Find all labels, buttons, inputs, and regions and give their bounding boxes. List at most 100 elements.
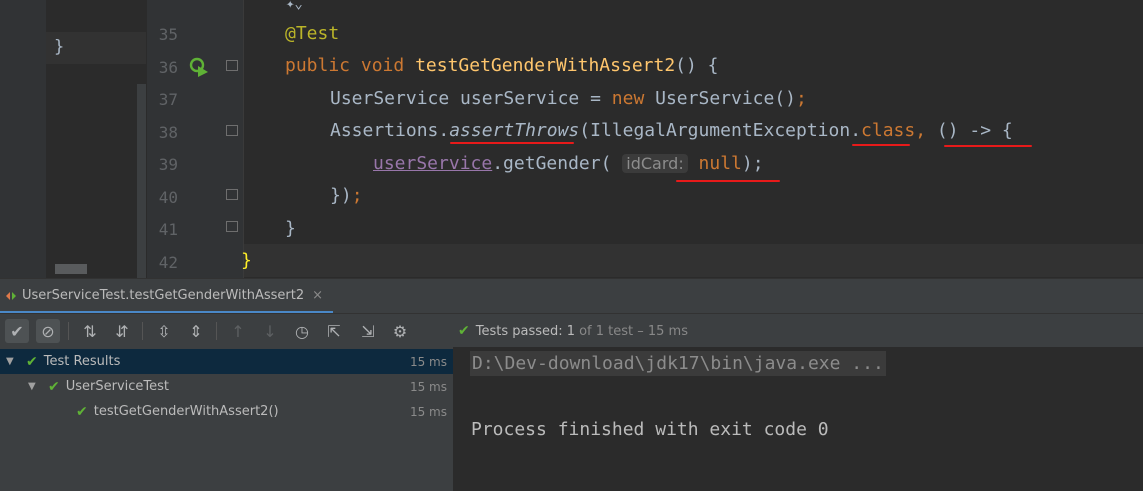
- test-status: ✔ Tests passed: 1 of 1 test – 15 ms: [458, 314, 688, 348]
- code-token: }): [330, 185, 352, 206]
- line-number: 37: [158, 90, 178, 109]
- red-underline: [852, 144, 910, 146]
- annotation-token: @Test: [285, 23, 340, 44]
- code-line-38: Assertions.assertThrows(IllegalArgumentE…: [330, 120, 1013, 141]
- close-icon[interactable]: ×: [312, 288, 323, 303]
- line-number: 39: [158, 155, 178, 174]
- export-icon[interactable]: ⇲: [356, 319, 380, 343]
- line-number: 38: [158, 123, 178, 142]
- code-token: }: [241, 250, 252, 271]
- import-icon[interactable]: ⇱: [322, 319, 346, 343]
- status-label: Tests passed:: [475, 323, 563, 339]
- up-arrow-icon[interactable]: ↑: [226, 319, 250, 343]
- keyword-token: new: [611, 88, 645, 109]
- comma-token: ,: [915, 120, 937, 141]
- keyword-token: public: [285, 55, 351, 76]
- tree-row-test-class[interactable]: ▼ ✔ UserServiceTest 15 ms: [0, 374, 453, 399]
- fold-marker[interactable]: [226, 125, 238, 136]
- tree-row-label: UserServiceTest: [65, 379, 170, 394]
- tree-row-test-method[interactable]: ✔ testGetGenderWithAssert2() 15 ms: [0, 399, 453, 424]
- line-number: 40: [158, 188, 178, 207]
- code-token: userService: [460, 88, 580, 109]
- left-tool-strip: [0, 0, 46, 278]
- tree-row-time: 15 ms: [409, 379, 447, 394]
- red-underline: [676, 180, 780, 182]
- red-underline: [944, 145, 1032, 147]
- code-line-35: @Test: [285, 23, 339, 44]
- run-test-gutter-icon[interactable]: [188, 56, 210, 78]
- red-underline: [450, 142, 574, 144]
- code-line-39: userService.getGender( idCard: null);: [373, 153, 764, 174]
- code-line-36: public void testGetGenderWithAssert2() {: [285, 55, 719, 76]
- current-line-highlight: [244, 244, 1143, 277]
- tree-row-test-results[interactable]: ▼ ✔ Test Results 15 ms: [0, 349, 453, 374]
- code-token: UserService: [330, 88, 461, 109]
- settings-icon[interactable]: ⚙: [388, 319, 412, 343]
- check-icon: ✔: [76, 403, 88, 420]
- tree-row-time: 15 ms: [409, 404, 447, 419]
- run-config-tab[interactable]: UserServiceTest.testGetGenderWithAssert2…: [0, 279, 334, 314]
- line-number: 42: [158, 253, 178, 272]
- side-editor-scroll-thumb[interactable]: [55, 264, 87, 274]
- code-token: UserService(): [644, 88, 797, 109]
- chevron-down-icon[interactable]: ▼: [28, 381, 40, 392]
- side-editor-scrollbar[interactable]: [137, 84, 146, 278]
- check-toggle-icon[interactable]: ✔: [5, 319, 29, 343]
- chevron-down-icon[interactable]: ▼: [6, 356, 18, 367]
- code-token: (IllegalArgumentException.: [579, 120, 862, 141]
- fold-marker[interactable]: [226, 189, 238, 200]
- code-line-40: });: [330, 185, 363, 206]
- line-number: 41: [158, 220, 178, 239]
- console-command-line[interactable]: D:\Dev-download\jdk17\bin\java.exe ...: [470, 351, 886, 376]
- static-method-token: assertThrows: [449, 120, 580, 141]
- history-icon[interactable]: ◷: [290, 319, 314, 343]
- fold-marker[interactable]: [226, 60, 238, 71]
- code-token: );: [741, 153, 764, 174]
- sort-duration-icon[interactable]: ⇵: [110, 319, 134, 343]
- code-token: () {: [675, 55, 719, 76]
- tree-row-time: 15 ms: [409, 354, 447, 369]
- code-token: .getGender(: [492, 153, 612, 174]
- semicolon-token: ;: [796, 88, 807, 109]
- keyword-token: void: [360, 55, 405, 76]
- code-editor[interactable]: } ✦⌄ 35 36 37 38 39 40 41 42 @Test publi…: [0, 0, 1143, 278]
- code-token: =: [579, 88, 612, 109]
- parameter-hint: idCard:: [622, 154, 688, 173]
- run-tab-label: UserServiceTest.testGetGenderWithAssert2: [22, 287, 305, 303]
- console-output[interactable]: D:\Dev-download\jdk17\bin\java.exe ... P…: [454, 347, 1143, 491]
- code-token: Assertions.: [330, 120, 450, 141]
- code-line-41: }: [285, 218, 296, 239]
- down-arrow-icon[interactable]: ↓: [258, 319, 282, 343]
- toolbar-divider: [142, 322, 143, 340]
- toolbar-divider: [68, 322, 69, 340]
- fold-marker[interactable]: [226, 221, 238, 232]
- tree-row-label: testGetGenderWithAssert2(): [93, 404, 279, 419]
- expand-all-icon[interactable]: ⇳: [152, 319, 176, 343]
- collapse-all-icon[interactable]: ⇕: [184, 319, 208, 343]
- sort-alpha-icon[interactable]: ⇅: [78, 319, 102, 343]
- console-exit-message: Process finished with exit code 0: [471, 419, 829, 440]
- test-runner-toolbar: ✔ ⊘ ⇅ ⇵ ⇳ ⇕ ↑ ↓ ◷ ⇱ ⇲ ⚙ ✔ Tests passed: …: [0, 313, 1143, 348]
- line-number: 36: [158, 58, 178, 77]
- code-token: }: [285, 218, 296, 239]
- semicolon-token: ;: [351, 185, 363, 206]
- test-results-tree: ▼ ✔ Test Results 15 ms ▼ ✔ UserServiceTe…: [0, 347, 454, 491]
- cancel-toggle-icon[interactable]: ⊘: [36, 319, 60, 343]
- keyword-token: null: [698, 153, 742, 174]
- keyword-token: class: [861, 120, 916, 141]
- code-line-37: UserService userService = new UserServic…: [330, 88, 807, 109]
- toolbar-divider: [216, 322, 217, 340]
- status-count: 1: [566, 323, 576, 339]
- check-icon: ✔: [26, 353, 38, 370]
- gutter-divider: [243, 0, 244, 278]
- check-icon: ✔: [48, 378, 60, 395]
- tree-row-label: Test Results: [43, 354, 121, 369]
- line-number: 35: [158, 25, 178, 44]
- run-config-icon: [6, 292, 16, 300]
- check-icon: ✔: [458, 323, 470, 339]
- intention-icon[interactable]: ✦⌄: [286, 0, 303, 12]
- code-line-42: }: [241, 250, 252, 271]
- run-tool-window-header: UserServiceTest.testGetGenderWithAssert2…: [0, 278, 1143, 314]
- lambda-token: () -> {: [936, 120, 1013, 141]
- side-editor-brace: }: [54, 37, 65, 57]
